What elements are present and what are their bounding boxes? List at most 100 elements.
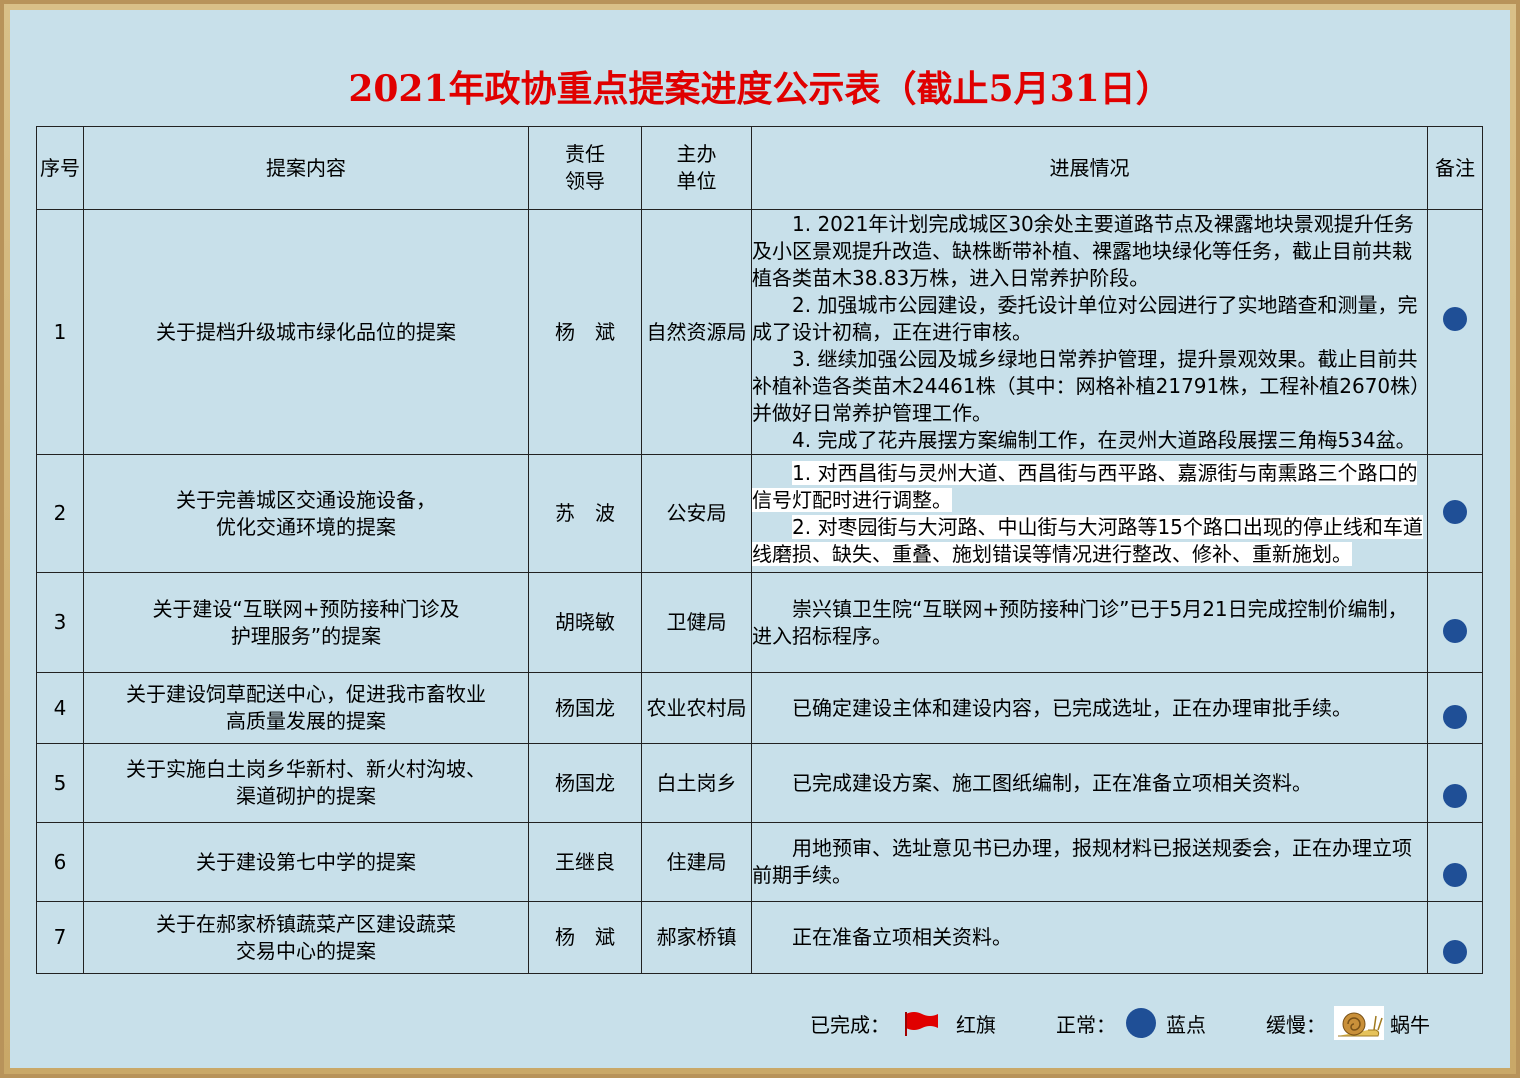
header-no: 序号	[36, 126, 84, 210]
progress-text: 崇兴镇卫生院“互联网+预防接种门诊”已于5月21日完成控制价编制，进入招标程序。	[752, 596, 1408, 648]
progress-item: 崇兴镇卫生院“互联网+预防接种门诊”已于5月21日完成控制价编制，进入招标程序。	[752, 596, 1427, 650]
note-cell	[1427, 901, 1483, 974]
header-unit: 主办 单位	[641, 126, 752, 210]
progress-text: 正在准备立项相关资料。	[792, 925, 1012, 949]
progress-item: 用地预审、选址意见书已办理，报规材料已报送规委会，正在办理立项前期手续。	[752, 835, 1427, 889]
header-leader-line2: 领导	[565, 169, 605, 193]
page-title: 2021年政协重点提案进度公示表（截止5月31日）	[348, 68, 1172, 110]
header-leader-line1: 责任	[565, 142, 605, 166]
blue-dot-icon	[1443, 940, 1467, 964]
host-unit: 卫健局	[641, 572, 752, 673]
progress-text: 1. 2021年计划完成城区30余处主要道路节点及裸露地块景观提升任务及小区景观…	[752, 211, 1414, 290]
table-row: 1 关于提档升级城市绿化品位的提案 杨 斌自然资源局 1. 2021年计划完成城区30…	[36, 209, 1483, 455]
row-number: 7	[36, 901, 84, 974]
proposal-content-line: 关于完善城区交通设施设备，	[176, 487, 436, 512]
responsible-leader: 杨国龙	[528, 743, 642, 823]
header-note: 备注	[1427, 126, 1483, 210]
progress-text: 4. 完成了花卉展摆方案编制工作，在灵州大道路段展摆三角梅534盆。	[792, 427, 1416, 452]
progress-item: 已完成建设方案、施工图纸编制，正在准备立项相关资料。	[752, 770, 1427, 797]
responsible-leader: 杨国龙	[528, 672, 642, 744]
proposal-content-line: 优化交通环境的提案	[216, 514, 396, 539]
progress-cell: 崇兴镇卫生院“互联网+预防接种门诊”已于5月21日完成控制价编制，进入招标程序。	[751, 572, 1428, 673]
note-cell	[1427, 454, 1483, 573]
progress-text: 已完成建设方案、施工图纸编制，正在准备立项相关资料。	[792, 770, 1312, 795]
progress-item: 已确定建设主体和建设内容，已完成选址，正在办理审批手续。	[752, 695, 1427, 722]
progress-cell: 1. 2021年计划完成城区30余处主要道路节点及裸露地块景观提升任务及小区景观…	[751, 209, 1428, 455]
blue-dot-icon	[1126, 1008, 1156, 1038]
host-unit: 公安局	[641, 454, 752, 573]
responsible-leader: 胡晓敏	[528, 572, 642, 673]
host-unit: 农业农村局	[641, 672, 752, 744]
table-row: 7 关于在郝家桥镇蔬菜产区建设蔬菜 交易中心的提案杨 斌郝家桥镇 正在准备立项相关资料…	[36, 901, 1483, 974]
note-cell	[1427, 672, 1483, 744]
row-number: 4	[36, 672, 84, 744]
progress-text: 3. 继续加强公园及城乡绿地日常养护管理，提升景观效果。截止目前共补植补造各类苗…	[752, 346, 1421, 425]
host-unit: 白土岗乡	[641, 743, 752, 823]
proposal-content-line: 关于建设饲草配送中心，促进我市畜牧业	[126, 682, 486, 706]
progress-cell: 1. 对西昌街与灵州大道、西昌街与西平路、嘉源街与南熏路三个路口的信号灯配时进行…	[751, 454, 1428, 573]
responsible-leader: 杨 斌	[528, 901, 642, 974]
note-cell	[1427, 743, 1483, 823]
note-cell	[1427, 209, 1483, 455]
progress-table: 序号 提案内容 责任 领导 主办 单位 进展情况 备注 1 关于提档升级城市绿化品…	[36, 126, 1483, 974]
proposal-content: 关于建设第七中学的提案	[83, 822, 529, 902]
host-unit: 郝家桥镇	[641, 901, 752, 974]
blue-dot-icon	[1443, 500, 1467, 524]
blue-dot-icon	[1443, 862, 1467, 887]
responsible-leader: 杨 斌	[528, 209, 642, 455]
proposal-content-line: 关于建设“互联网+预防接种门诊及	[152, 596, 460, 621]
progress-cell: 已确定建设主体和建设内容，已完成选址，正在办理审批手续。	[751, 672, 1428, 744]
legend-slow-label: 缓慢：	[1266, 1012, 1326, 1037]
legend-slow-symbol: 蜗牛	[1390, 1012, 1430, 1037]
blue-dot-icon	[1443, 619, 1467, 643]
row-number: 6	[36, 822, 84, 902]
progress-item: 1. 对西昌街与灵州大道、西昌街与西平路、嘉源街与南熏路三个路口的信号灯配时进行…	[752, 460, 1427, 514]
progress-cell: 已完成建设方案、施工图纸编制，正在准备立项相关资料。	[751, 743, 1428, 823]
table-row: 6 关于建设第七中学的提案 王继良 住建局 用地预审、选址意见书已办理，报规材料已报送规…	[36, 822, 1483, 902]
proposal-content: 关于在郝家桥镇蔬菜产区建设蔬菜 交易中心的提案	[83, 901, 529, 974]
responsible-leader: 苏 波	[528, 454, 642, 573]
proposal-content-line: 关于实施白土岗乡华新村、新火村沟坡、	[126, 757, 486, 781]
progress-text: 用地预审、选址意见书已办理，报规材料已报送规委会，正在办理立项前期手续。	[752, 836, 1412, 887]
progress-cell: 正在准备立项相关资料。	[751, 901, 1428, 974]
header-row: 序号 提案内容 责任 领导 主办 单位 进展情况 备注	[36, 126, 1483, 210]
proposal-content-line: 护理服务”的提案	[230, 623, 382, 648]
proposal-content: 关于提档升级城市绿化品位的提案	[83, 209, 529, 455]
legend-completed-symbol: 红旗	[956, 1012, 996, 1037]
row-number: 5	[36, 743, 84, 823]
progress-item: 正在准备立项相关资料。	[752, 924, 1427, 951]
proposal-content-line: 关于建设第七中学的提案	[196, 849, 416, 874]
blue-dot-icon	[1443, 704, 1467, 729]
proposal-content-line: 交易中心的提案	[236, 938, 376, 963]
table-row: 4 关于建设饲草配送中心，促进我市畜牧业 高质量发展的提案 杨国龙 农业农村局 已确定建设…	[36, 672, 1483, 744]
blue-dot-icon	[1443, 306, 1467, 331]
progress-item: 1. 2021年计划完成城区30余处主要道路节点及裸露地块景观提升任务及小区景观…	[752, 211, 1427, 292]
legend-completed-label: 已完成：	[810, 1012, 890, 1037]
row-number: 3	[36, 572, 84, 673]
row-number: 1	[36, 209, 84, 455]
proposal-content: 关于完善城区交通设施设备， 优化交通环境的提案	[83, 454, 529, 573]
progress-text: 已确定建设主体和建设内容，已完成选址，正在办理审批手续。	[792, 695, 1352, 720]
progress-text: 1. 对西昌街与灵州大道、西昌街与西平路、嘉源街与南熏路三个路口的信号灯配时进行…	[752, 460, 1418, 512]
progress-item: 4. 完成了花卉展摆方案编制工作，在灵州大道路段展摆三角梅534盆。	[752, 427, 1427, 454]
proposal-content-line: 渠道砌护的提案	[236, 784, 376, 808]
proposal-content-line: 关于在郝家桥镇蔬菜产区建设蔬菜	[156, 911, 456, 936]
progress-item: 3. 继续加强公园及城乡绿地日常养护管理，提升景观效果。截止目前共补植补造各类苗…	[752, 346, 1427, 427]
progress-text: 2. 加强城市公园建设，委托设计单位对公园进行了实地踏查和测量，完成了设计初稿，…	[752, 292, 1418, 344]
progress-item: 2. 对枣园街与大河路、中山街与大河路等15个路口出现的停止线和车道线磨损、缺失…	[752, 514, 1427, 568]
progress-text: 2. 对枣园街与大河路、中山街与大河路等15个路口出现的停止线和车道线磨损、缺失…	[752, 514, 1423, 566]
header-content: 提案内容	[83, 126, 529, 210]
note-cell	[1427, 572, 1483, 673]
proposal-content: 关于实施白土岗乡华新村、新火村沟坡、 渠道砌护的提案	[83, 743, 529, 823]
header-unit-line2: 单位	[676, 169, 717, 193]
table-row: 5 关于实施白土岗乡华新村、新火村沟坡、 渠道砌护的提案 杨国龙 白土岗乡 已完成建设方案…	[36, 743, 1483, 823]
status-legend: 已完成： 红旗 正常： 蓝点 缓慢： 蜗牛	[810, 1006, 1430, 1040]
table-row: 3 关于建设“互联网+预防接种门诊及 护理服务”的提案 胡晓敏 卫健局 崇兴镇卫生院“互联…	[36, 572, 1483, 673]
proposal-content-line: 关于提档升级城市绿化品位的提案	[156, 319, 456, 344]
red-flag-icon	[905, 1012, 938, 1036]
host-unit: 自然资源局	[641, 209, 752, 455]
proposal-content-line: 高质量发展的提案	[226, 709, 386, 733]
header-unit-line1: 主办	[676, 142, 717, 166]
header-leader: 责任 领导	[528, 126, 642, 210]
sheet-panel: 2021年政协重点提案进度公示表（截止5月31日） 序号 提案内容 责任 领导 …	[10, 10, 1510, 1068]
